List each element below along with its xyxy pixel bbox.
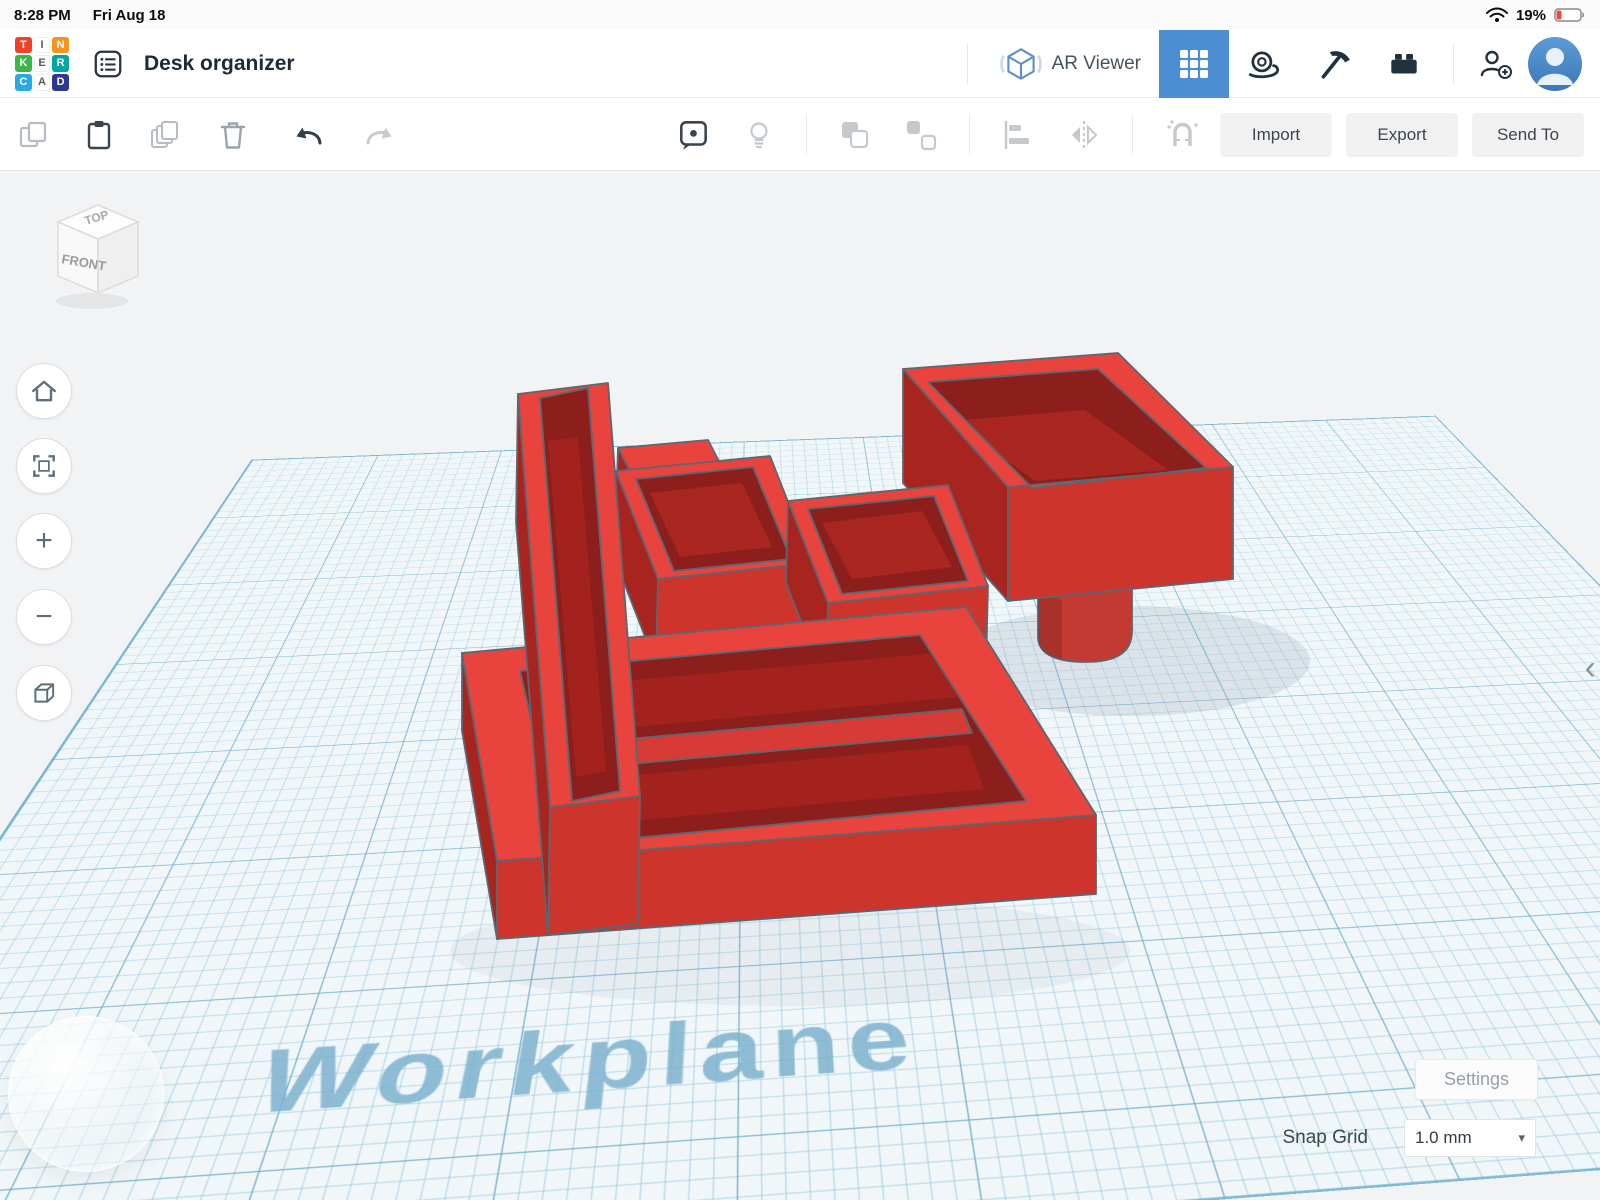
delete-button[interactable]	[216, 118, 250, 152]
redo-button[interactable]	[360, 118, 398, 152]
design-properties-icon[interactable]	[92, 48, 124, 80]
clock: 8:28 PM	[14, 7, 71, 24]
divider	[1132, 115, 1133, 155]
date: Fri Aug 18	[93, 7, 166, 24]
align-button[interactable]	[1000, 117, 1036, 153]
notes-button[interactable]	[676, 117, 712, 153]
import-button[interactable]: Import	[1220, 113, 1332, 157]
zoom-in-button[interactable]: +	[16, 513, 72, 569]
battery-percent: 19%	[1516, 7, 1546, 24]
duplicate-button[interactable]	[148, 117, 184, 153]
home-view-button[interactable]	[16, 363, 72, 419]
settings-button[interactable]: Settings	[1415, 1059, 1538, 1100]
tinkercad-logo[interactable]: T I N K E R C A D	[14, 36, 70, 92]
avatar-person-icon	[1528, 37, 1582, 91]
viewport[interactable]: Workplane	[0, 171, 1600, 1200]
orbit-control-puck[interactable]	[8, 1016, 164, 1172]
sim-lab-button[interactable]	[1229, 30, 1299, 98]
undo-button[interactable]	[290, 118, 328, 152]
ar-viewer-button[interactable]: AR Viewer	[982, 43, 1159, 85]
view-3d-grid-button[interactable]	[1159, 30, 1229, 98]
desk-organizer-model[interactable]	[0, 171, 1600, 1200]
snap-grid-label: Snap Grid	[1282, 1127, 1368, 1149]
zoom-out-button[interactable]: −	[16, 589, 72, 645]
header-bar: T I N K E R C A D Desk organizer AR View	[0, 30, 1600, 98]
view-cube[interactable]: TOP FRONT	[48, 197, 152, 315]
status-bar: 8:28 PM Fri Aug 18 19%	[0, 0, 1600, 30]
send-to-button[interactable]: Send To	[1472, 113, 1584, 157]
wifi-icon	[1486, 7, 1508, 23]
paste-button[interactable]	[82, 118, 116, 152]
ungroup-button[interactable]	[903, 117, 939, 153]
sim-lab-snail-icon	[1246, 46, 1282, 82]
divider	[806, 115, 807, 155]
brick-icon	[1386, 46, 1422, 82]
group-button[interactable]	[837, 117, 873, 153]
lego-export-button[interactable]	[1369, 30, 1439, 98]
document-title[interactable]: Desk organizer	[144, 52, 295, 76]
panel-collapse-chevron[interactable]: ‹	[1585, 649, 1596, 688]
account-avatar[interactable]	[1528, 37, 1582, 91]
tips-button[interactable]	[742, 118, 776, 152]
divider	[1453, 43, 1454, 85]
edit-toolbar: Import Export Send To	[0, 98, 1600, 171]
grid-icon	[1178, 48, 1210, 80]
pickaxe-icon	[1316, 46, 1352, 82]
share-invite-button[interactable]	[1468, 30, 1522, 98]
copy-button[interactable]	[16, 118, 50, 152]
perspective-toggle-button[interactable]	[16, 665, 72, 721]
minecraft-export-button[interactable]	[1299, 30, 1369, 98]
divider	[969, 115, 970, 155]
export-button[interactable]: Export	[1346, 113, 1458, 157]
mirror-button[interactable]	[1066, 117, 1102, 153]
ruler-magnet-button[interactable]	[1163, 117, 1201, 153]
snap-grid-value: 1.0 mm	[1415, 1128, 1472, 1148]
ar-cube-icon	[1000, 43, 1042, 85]
battery-icon	[1554, 7, 1586, 23]
fit-view-button[interactable]	[16, 438, 72, 494]
snap-grid-dropdown[interactable]: 1.0 mm ▾	[1404, 1119, 1536, 1157]
ar-viewer-label: AR Viewer	[1052, 53, 1141, 75]
dropdown-caret-icon: ▾	[1518, 1130, 1525, 1146]
person-add-icon	[1477, 46, 1513, 82]
divider	[967, 43, 968, 85]
